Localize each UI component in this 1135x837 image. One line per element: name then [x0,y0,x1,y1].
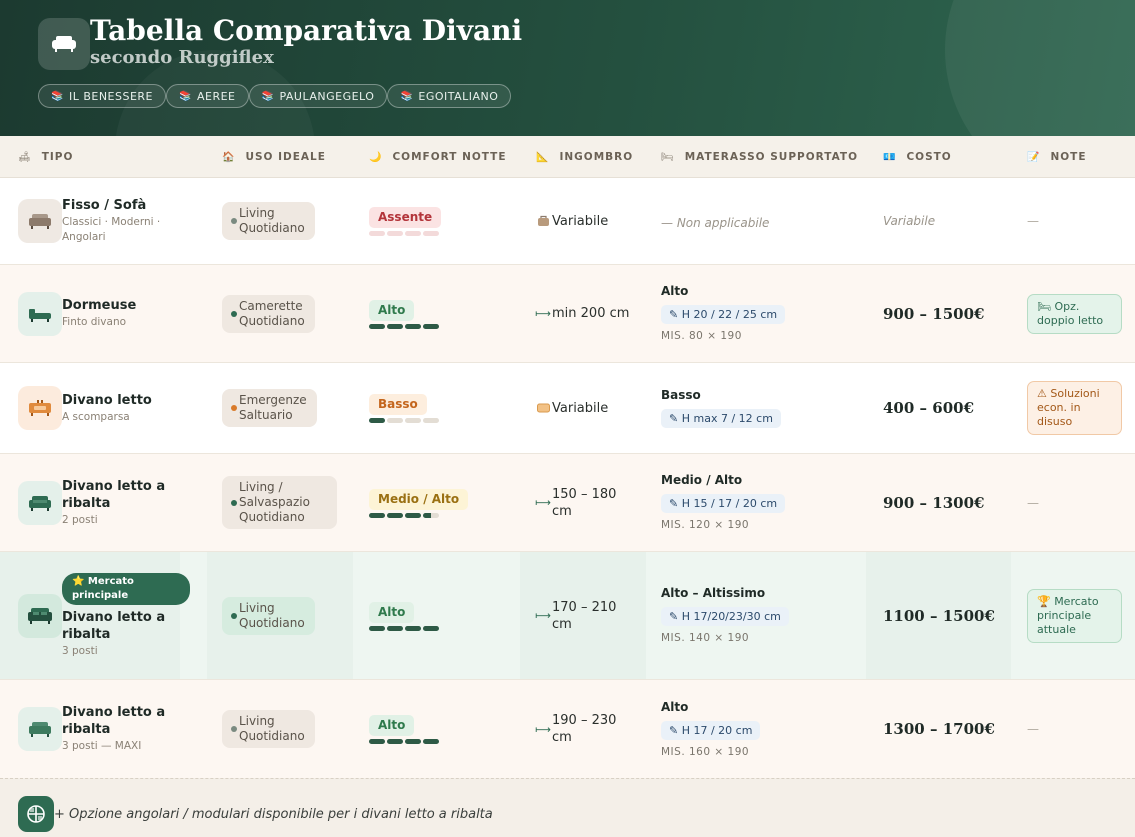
ruler-icon: 📐 [536,151,550,163]
column-header-costo[interactable]: 💶 COSTO [883,136,952,178]
money-icon: 💶 [883,151,897,163]
moon-icon: 🌙 [369,151,383,163]
sofa-icon: 🛋 [18,151,32,163]
source-chip[interactable]: 📚 PAULANGEGELO [248,84,388,108]
page-header: Tabella Comparativa Divani secondo Ruggi… [0,0,1135,136]
table-header: 🛋 TIPO 🏠 USO IDEALE 🌙 COMFORT NOTTE 📐 INGOMB… [0,136,1135,178]
modular-icon [18,796,54,832]
source-chip[interactable]: 📚 EGOITALIANO [387,84,512,108]
footer-note: + Opzione angolari / modulari disponibil… [54,807,493,822]
column-header-uso[interactable]: 🏠 USO IDEALE [222,136,326,178]
book-icon: 📚 [179,90,192,102]
column-header-materasso[interactable]: 🛏 MATERASSO SUPPORTATO [661,136,858,178]
bed-icon: 🛏 [661,151,675,163]
note-badge: 🛏 Opz. doppio letto [1027,293,1122,334]
table-footer: + Opzione angolari / modulari disponibil… [0,778,1135,837]
source-chips: 📚 IL BENESSERE 📚 AEREE 📚 PAULANGEGELO 📚 EGOI… [38,84,512,108]
column-header-note[interactable]: 📝 NOTE [1027,136,1087,178]
book-icon: 📚 [51,90,64,102]
source-chip[interactable]: 📚 AEREE [166,84,249,108]
table-row[interactable]: Divano letto a ribalta 3 posti — MAXI Li… [0,680,1135,778]
page-title: Tabella Comparativa Divani [90,14,523,47]
table-row[interactable]: Divano letto A scomparsa Emergenze Saltu… [0,363,1135,454]
column-header-comfort[interactable]: 🌙 COMFORT NOTTE [369,136,507,178]
note-empty: — [1027,722,1039,736]
page-subtitle: secondo Ruggiflex [90,47,274,68]
book-icon: 📚 [400,90,414,102]
column-header-ingombro[interactable]: 📐 INGOMBRO [536,136,633,178]
note-badge: 🏆 Mercato principale attuale [1027,588,1122,643]
source-chip[interactable]: 📚 IL BENESSERE [38,84,167,108]
note-empty: — [1027,214,1039,228]
table-row[interactable]: Fisso / Sofà Classici · Moderni · Angola… [0,178,1135,265]
table-row[interactable]: Dormeuse Finto divano Camerette Quotidia… [0,265,1135,363]
sofa-logo-icon [38,18,90,70]
table-row[interactable]: Divano letto a ribalta 2 posti Living / … [0,454,1135,552]
column-header-tipo[interactable]: 🛋 TIPO [18,136,73,178]
table-row-featured[interactable]: ⭐ Mercato principale Divano letto a riba… [0,552,1135,680]
note-badge: ⚠ Soluzioni econ. in disuso [1027,381,1122,435]
home-icon: 🏠 [222,151,236,163]
book-icon: 📚 [261,90,275,102]
note-empty: — [1027,495,1039,510]
note-icon: 📝 [1027,151,1041,163]
header-decoration [945,0,1135,136]
